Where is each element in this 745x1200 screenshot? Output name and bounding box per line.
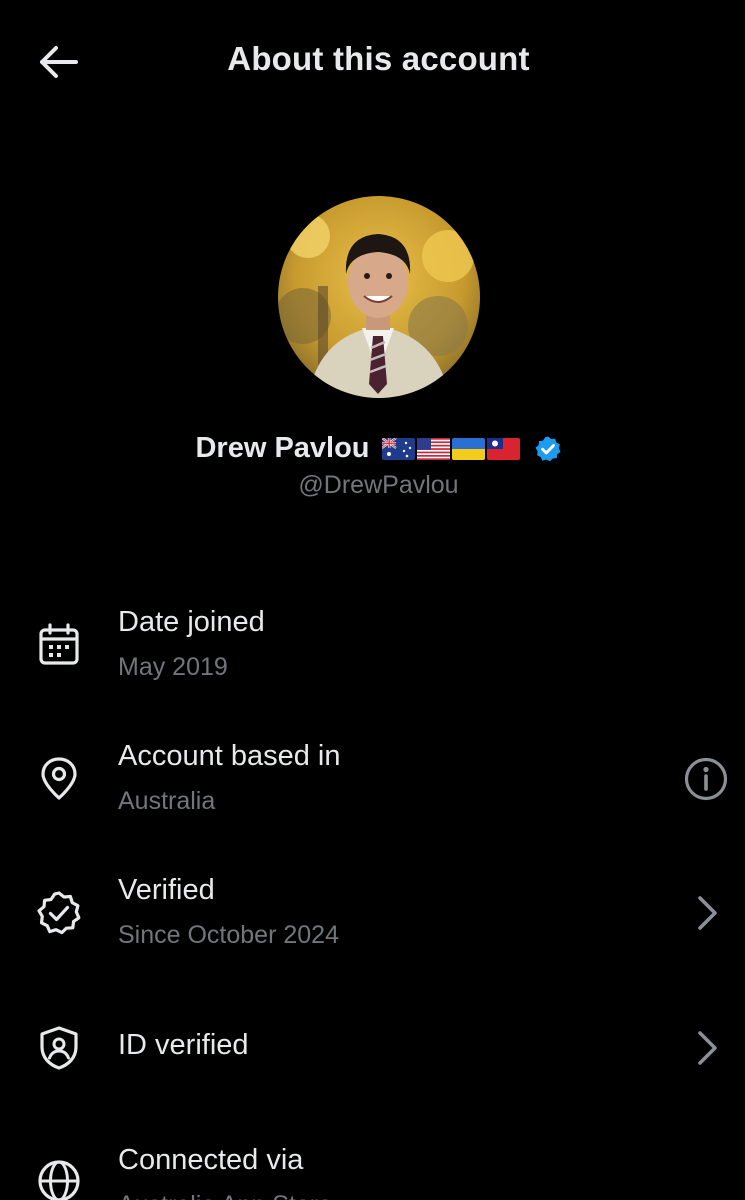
row-title: Connected via (118, 1144, 304, 1176)
usa-flag (416, 437, 450, 460)
calendar-icon (39, 623, 79, 665)
profile-name-row: Drew Pavlou (0, 432, 745, 465)
ukraine-flag (451, 437, 485, 460)
verified-row[interactable]: Verified Since October 2024 (0, 864, 745, 974)
chevron-right-icon (698, 1031, 717, 1065)
australia-flag (381, 437, 415, 460)
row-title: Verified (118, 874, 215, 906)
row-subtitle: Australia (118, 787, 216, 815)
verified-badge-icon[interactable] (534, 435, 562, 463)
avatar[interactable] (278, 196, 480, 398)
info-icon (684, 757, 728, 801)
location-pin-icon (41, 757, 77, 800)
row-subtitle: Australia App Store (118, 1191, 332, 1200)
flag-emojis (381, 437, 520, 460)
chevron-right-icon (698, 896, 717, 930)
account-based-in-row: Account based in Australia (0, 730, 745, 840)
top-bar: About this account (0, 0, 745, 124)
id-verified-row[interactable]: ID verified (0, 1004, 745, 1094)
info-button[interactable] (683, 756, 729, 802)
taiwan-flag (486, 437, 520, 460)
date-joined-row: Date joined May 2019 (0, 596, 745, 706)
chevron-right-button[interactable] (683, 1025, 729, 1071)
row-subtitle: Since October 2024 (118, 921, 339, 949)
row-title: Date joined (118, 606, 265, 638)
connected-via-row: Connected via Australia App Store (0, 1134, 745, 1200)
globe-icon (38, 1160, 80, 1200)
profile-handle: @DrewPavlou (298, 471, 459, 499)
id-shield-icon (40, 1026, 78, 1070)
display-name: Drew Pavlou (195, 432, 370, 464)
row-title: ID verified (118, 1029, 249, 1061)
verified-check-icon (37, 891, 81, 935)
row-title: Account based in (118, 740, 341, 772)
chevron-right-button[interactable] (683, 890, 729, 936)
row-subtitle: May 2019 (118, 653, 228, 681)
page-title: About this account (227, 40, 530, 77)
